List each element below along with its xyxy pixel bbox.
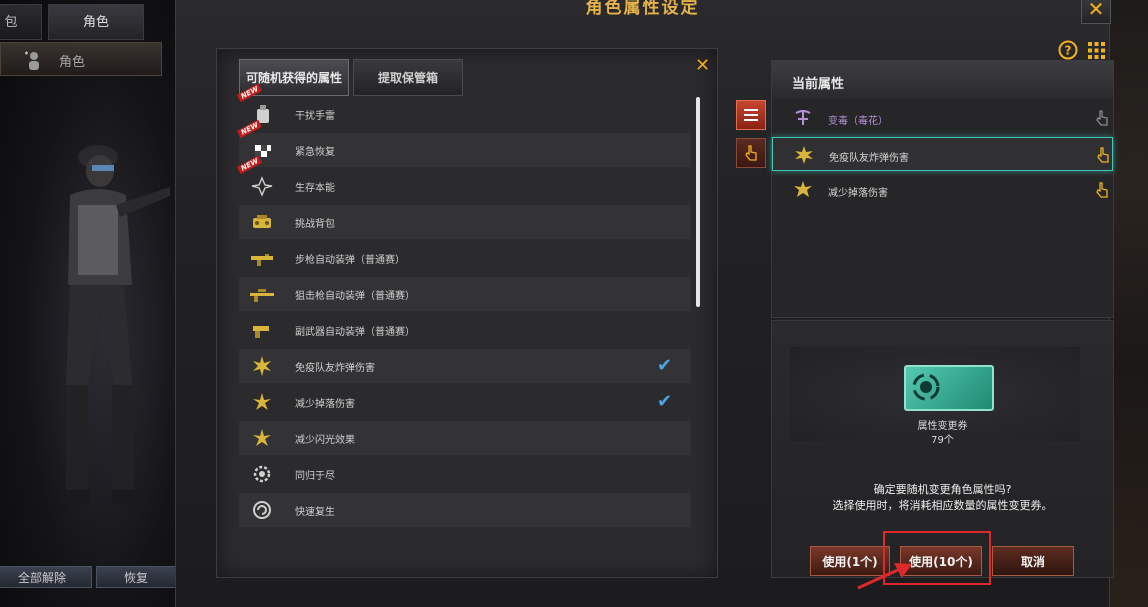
attribute-list: NEW 干扰手雷 NEW 紧急恢复 NEW 生存本能 挑战背包 步枪自动装弹（普… xyxy=(237,83,691,577)
list-item[interactable]: 减少闪光效果 xyxy=(239,421,691,455)
background-scene-right xyxy=(1110,0,1148,607)
list-item-label: 免疫队友炸弹伤害 xyxy=(295,363,375,374)
current-attribute-item[interactable]: 减少掉落伤害 xyxy=(772,173,1113,207)
refresh-ticket-icon xyxy=(912,373,940,401)
current-attributes-panel: 当前属性 变毒（毒花） 免疫队友炸弹伤害 减少掉落伤害 xyxy=(771,60,1114,318)
explosion-shield-icon xyxy=(795,146,813,164)
gear-icon xyxy=(253,465,271,483)
current-attribute-label: 变毒（毒花） xyxy=(828,116,888,127)
list-item-label: 步枪自动装弹（普通赛） xyxy=(295,255,405,266)
list-item-label: 减少掉落伤害 xyxy=(295,399,355,410)
list-item-label: 副武器自动装弹（普通赛） xyxy=(295,327,415,338)
check-icon: ✔ xyxy=(657,391,673,412)
grid-menu-icon[interactable] xyxy=(1087,41,1106,60)
annotation-arrow xyxy=(857,563,912,590)
ticket-name: 属性变更券 xyxy=(917,421,968,432)
confirm-question: 确定要随机变更角色属性吗? xyxy=(873,483,1012,496)
character-subtab-label: 角色 xyxy=(59,55,86,70)
tab-role[interactable]: 角色 xyxy=(48,4,144,40)
list-item-label: 同归于尽 xyxy=(295,471,335,482)
list-item-label: 减少闪光效果 xyxy=(295,435,355,446)
current-attribute-label: 减少掉落伤害 xyxy=(828,188,888,199)
current-attribute-label: 免疫队友炸弹伤害 xyxy=(829,153,909,164)
pin-button[interactable] xyxy=(736,138,766,168)
tab-bag[interactable]: 包 xyxy=(0,4,42,40)
flash-icon xyxy=(253,429,271,446)
help-icon[interactable]: ? xyxy=(1058,40,1078,60)
pointer-icon[interactable] xyxy=(1094,109,1110,127)
current-attributes-title: 当前属性 xyxy=(792,77,845,92)
svg-text:?: ? xyxy=(1065,44,1072,58)
list-item[interactable]: NEW 生存本能 xyxy=(237,155,691,203)
unlock-all-button[interactable]: 全部解除 xyxy=(0,566,92,588)
poison-flower-icon xyxy=(795,110,811,125)
menu-icon xyxy=(744,109,758,121)
backpack-icon xyxy=(253,215,271,228)
ticket-count: 79个 xyxy=(931,435,954,446)
list-view-button[interactable] xyxy=(736,100,766,130)
current-attribute-item[interactable]: 变毒（毒花） xyxy=(772,101,1113,135)
attribute-settings-dialog: 角色属性设定 ✕ ? 可随机获得的属性 提取保管箱 ✕ NEW 干扰手雷 NEW… xyxy=(175,0,1114,607)
cancel-button[interactable]: 取消 xyxy=(992,546,1074,576)
scrollbar-thumb[interactable] xyxy=(696,97,700,307)
soldier-figure xyxy=(60,145,170,504)
survival-icon xyxy=(251,176,273,197)
character-icon xyxy=(25,51,39,70)
list-item[interactable]: 副武器自动装弹（普通赛） xyxy=(239,313,691,347)
explosion-shield-icon xyxy=(253,356,271,376)
rifle-icon xyxy=(251,254,273,266)
restore-button[interactable]: 恢复 xyxy=(96,566,176,588)
panel-close-button[interactable]: ✕ xyxy=(695,55,710,76)
fall-damage-icon xyxy=(253,393,271,410)
list-item-label: 狙击枪自动装弹（普通赛） xyxy=(295,291,415,302)
list-item[interactable]: 减少掉落伤害 ✔ xyxy=(239,385,691,419)
pointer-icon[interactable] xyxy=(1095,146,1111,164)
list-scrollbar[interactable] xyxy=(693,97,703,517)
current-attributes-header: 当前属性 xyxy=(772,61,1113,99)
respawn-icon xyxy=(253,501,271,519)
check-icon: ✔ xyxy=(657,355,673,376)
fall-damage-icon xyxy=(794,181,812,197)
list-item[interactable]: 挑战背包 xyxy=(239,205,691,239)
current-attribute-item[interactable]: 免疫队友炸弹伤害 xyxy=(772,137,1113,171)
list-item-label: 紧急恢复 xyxy=(295,147,335,158)
pointer-icon[interactable] xyxy=(1094,181,1110,199)
dialog-close-button[interactable]: ✕ xyxy=(1081,0,1111,24)
dialog-title: 角色属性设定 xyxy=(585,0,700,18)
list-item-label: 干扰手雷 xyxy=(295,111,335,122)
confirm-note: 选择使用时，将消耗相应数量的属性变更券。 xyxy=(832,499,1053,512)
pistol-icon xyxy=(253,326,269,338)
left-tabs: 包 角色 xyxy=(0,4,175,40)
character-subtab[interactable]: 角色 xyxy=(0,42,162,76)
list-item[interactable]: 快速复生 xyxy=(239,493,691,527)
list-item-label: 快速复生 xyxy=(295,507,335,518)
attribute-list-panel: 可随机获得的属性 提取保管箱 ✕ NEW 干扰手雷 NEW 紧急恢复 NEW 生… xyxy=(216,48,718,578)
attribute-change-ticket xyxy=(904,365,994,411)
list-item[interactable]: 免疫队友炸弹伤害 ✔ xyxy=(239,349,691,383)
hand-pointer-icon xyxy=(745,145,757,161)
list-item-label: 挑战背包 xyxy=(295,219,335,230)
sniper-icon xyxy=(250,289,274,302)
list-item-label: 生存本能 xyxy=(295,183,335,194)
list-item[interactable]: 步枪自动装弹（普通赛） xyxy=(239,241,691,275)
list-item[interactable]: 同归于尽 xyxy=(239,457,691,491)
list-item[interactable]: NEW 紧急恢复 xyxy=(237,119,691,167)
tab-storage-box[interactable]: 提取保管箱 xyxy=(353,59,463,96)
list-item[interactable]: 狙击枪自动装弹（普通赛） xyxy=(239,277,691,311)
list-item[interactable]: NEW 干扰手雷 xyxy=(237,83,691,131)
